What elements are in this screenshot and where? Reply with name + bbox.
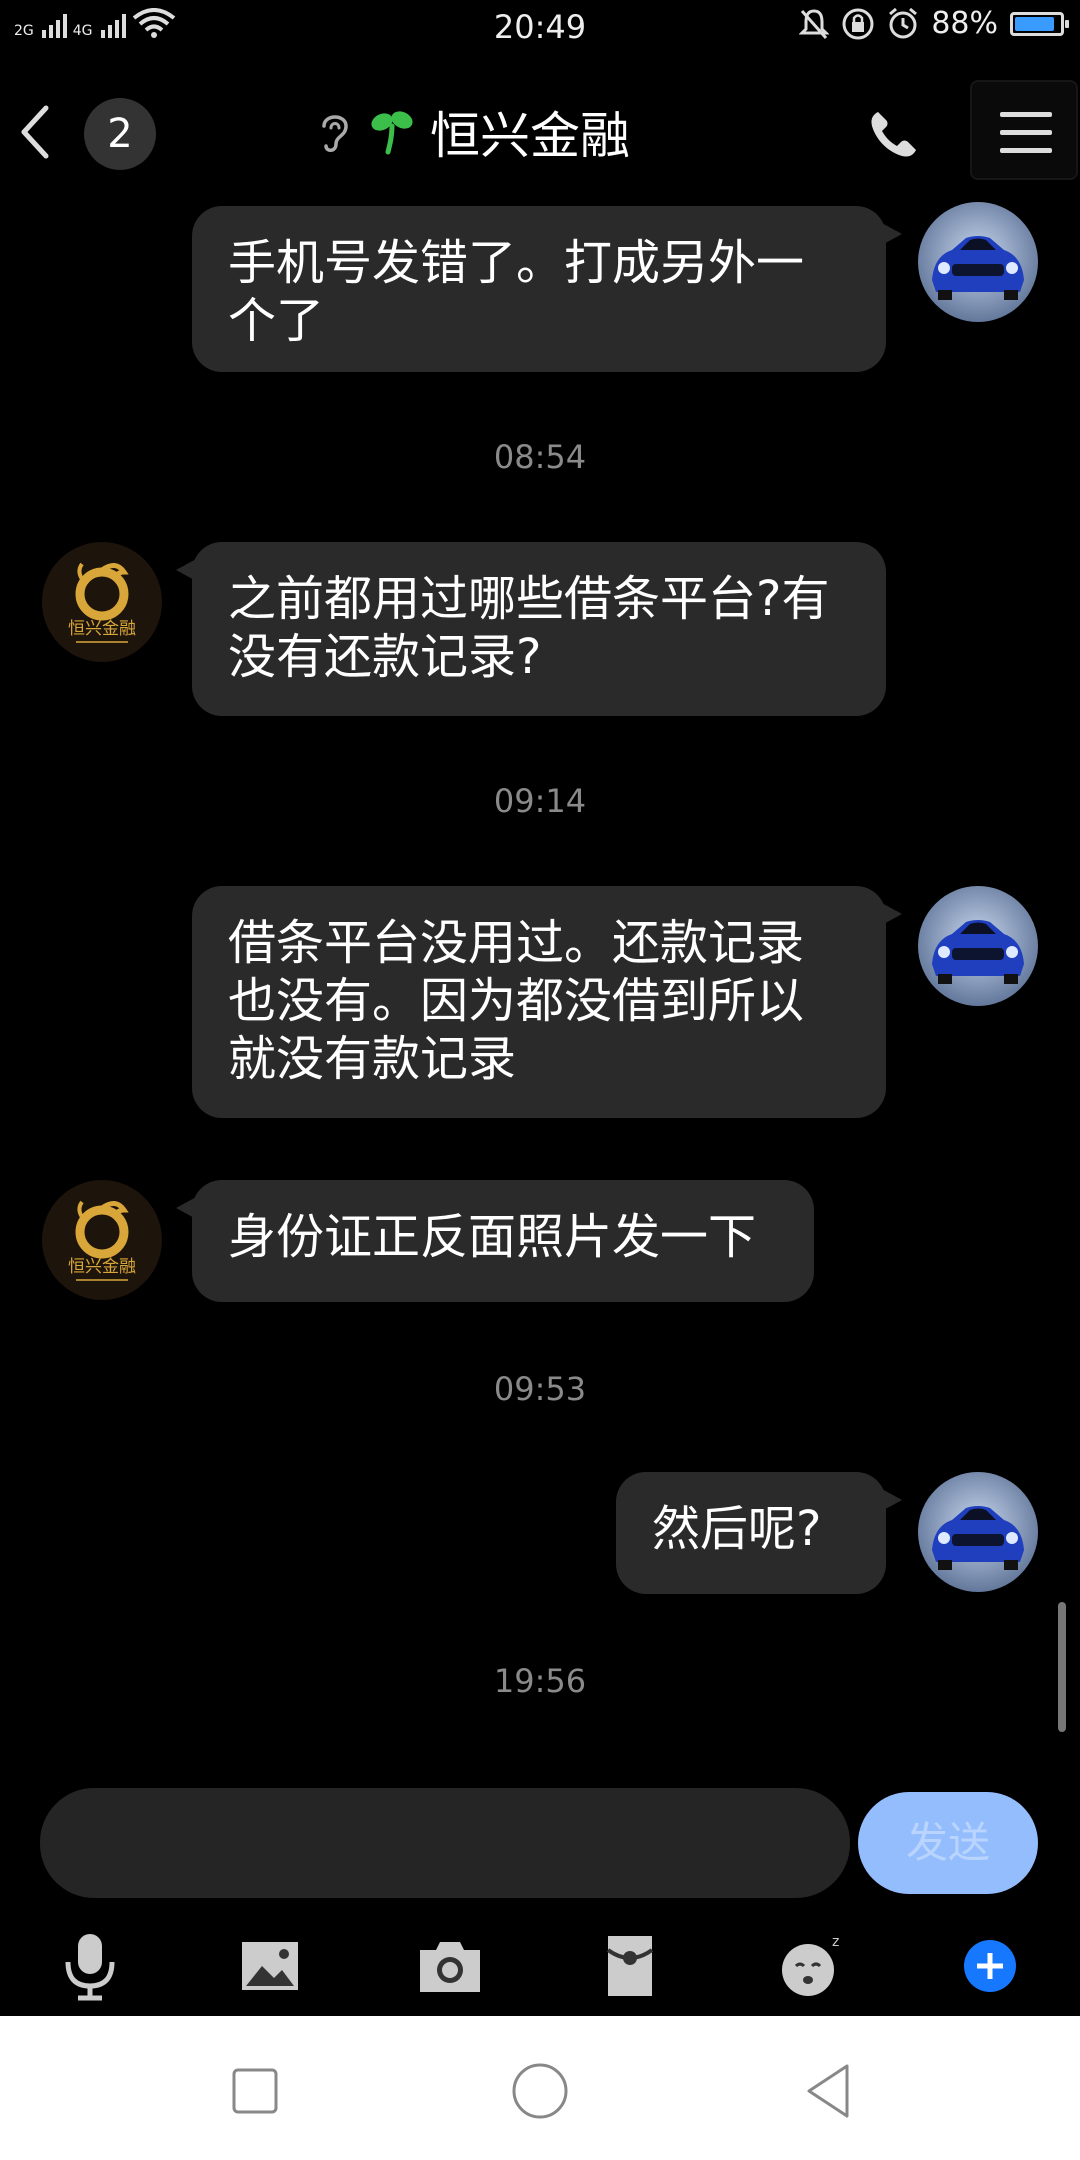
earpiece-mode-icon: [322, 115, 348, 152]
message-bubble-incoming[interactable]: 之前都用过哪些借条平台?有没有还款记录?: [176, 542, 886, 716]
image-icon[interactable]: [230, 1926, 310, 2006]
unread-count-badge[interactable]: 2: [84, 98, 156, 170]
system-navigation-bar: [0, 2016, 1080, 2160]
camera-icon[interactable]: [410, 1926, 490, 2006]
car-avatar-image: [918, 886, 1038, 1006]
car-avatar-image: [918, 202, 1038, 322]
svg-text:恒兴金融: 恒兴金融: [68, 1257, 136, 1277]
input-toolbar: z: [0, 1916, 1080, 2016]
home-icon[interactable]: [505, 2056, 575, 2126]
battery-icon: [1010, 11, 1069, 36]
send-button[interactable]: 发送: [858, 1792, 1038, 1894]
contact-avatar[interactable]: 恒兴金融: [42, 1180, 162, 1300]
chat-header: 2 恒兴金融: [0, 56, 1080, 206]
back-arrow-icon[interactable]: [14, 100, 54, 164]
scrollbar[interactable]: [1058, 1602, 1066, 1732]
my-avatar[interactable]: [918, 886, 1038, 1006]
chat-title-group[interactable]: 恒兴金融: [316, 96, 630, 168]
status-icons: 88%: [799, 6, 1069, 41]
dragon-logo-icon: 恒兴金融: [42, 542, 162, 662]
plus-icon[interactable]: [950, 1926, 1030, 2006]
sprout-icon: [371, 111, 413, 155]
message-input[interactable]: [40, 1788, 850, 1898]
dragon-logo-icon: 恒兴金融: [42, 1180, 162, 1300]
message-text: 借条平台没用过。还款记录也没有。因为都没借到所以就没有款记录: [228, 915, 805, 1087]
phone-icon[interactable]: [866, 106, 922, 162]
car-avatar-image: [918, 1472, 1038, 1592]
red-packet-icon[interactable]: [590, 1926, 670, 2006]
message-text: 手机号发错了。打成另外一个了: [228, 235, 805, 349]
status-bar: 2G 4G 20:49 88%: [0, 0, 1080, 56]
rotation-lock-icon: [842, 8, 874, 39]
message-bubble-outgoing[interactable]: 借条平台没用过。还款记录也没有。因为都没借到所以就没有款记录: [192, 886, 902, 1118]
message-bubble-incoming[interactable]: 身份证正反面照片发一下: [176, 1180, 814, 1302]
message-timestamp: 09:53: [493, 1370, 587, 1408]
message-text: 身份证正反面照片发一下: [228, 1209, 757, 1265]
composer: 发送: [0, 1780, 1080, 1900]
message-bubble-outgoing[interactable]: 手机号发错了。打成另外一个了: [192, 206, 902, 372]
recent-apps-icon[interactable]: [220, 2056, 290, 2126]
back-icon[interactable]: [795, 2056, 865, 2126]
battery-percent: 88%: [931, 6, 998, 41]
message-text: 然后呢?: [652, 1501, 822, 1557]
message-timestamp: 08:54: [493, 438, 587, 476]
chat-title: 恒兴金融: [430, 107, 630, 165]
message-bubble-outgoing[interactable]: 然后呢?: [616, 1472, 902, 1594]
message-timestamp: 19:56: [493, 1662, 587, 1700]
my-avatar[interactable]: [918, 202, 1038, 322]
menu-icon[interactable]: [970, 80, 1078, 180]
emoji-icon[interactable]: z: [770, 1926, 850, 2006]
svg-text:z: z: [832, 1934, 839, 1950]
svg-text:恒兴金融: 恒兴金融: [68, 619, 136, 639]
contact-avatar[interactable]: 恒兴金融: [42, 542, 162, 662]
message-text: 之前都用过哪些借条平台?有没有还款记录?: [228, 571, 830, 685]
my-avatar[interactable]: [918, 1472, 1038, 1592]
microphone-icon[interactable]: [50, 1926, 130, 2006]
mute-bell-icon: [799, 8, 830, 39]
message-timestamp: 09:14: [493, 782, 587, 820]
alarm-icon: [889, 7, 918, 38]
